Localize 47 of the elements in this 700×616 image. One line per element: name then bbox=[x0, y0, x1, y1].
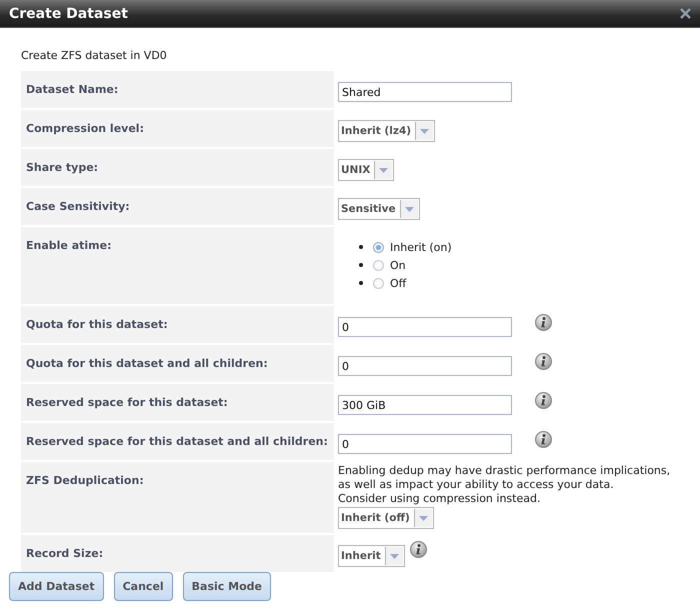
window-title: Create Dataset bbox=[9, 6, 128, 22]
radio-label[interactable]: Off bbox=[390, 276, 406, 290]
field-label: Compression level: bbox=[21, 110, 334, 147]
close-icon[interactable] bbox=[680, 8, 691, 19]
dialog-button[interactable]: Add Dataset bbox=[9, 572, 104, 601]
text-field[interactable]: 0 bbox=[338, 317, 512, 337]
warning-text: Enabling dedup may have drastic performance implications, as well as impact your ability to access your data. Consider using compression instead. bbox=[338, 464, 672, 506]
info-icon[interactable] bbox=[535, 431, 552, 448]
form-heading: Create ZFS dataset in VD0 bbox=[21, 49, 168, 62]
dropdown[interactable]: Inherit (lz4) bbox=[338, 120, 436, 142]
dropdown[interactable]: UNIX bbox=[338, 159, 394, 181]
radio-button[interactable] bbox=[373, 278, 384, 288]
dropdown[interactable]: Inherit bbox=[338, 545, 405, 567]
field-label: Dataset Name: bbox=[21, 71, 334, 108]
text-field[interactable]: Shared bbox=[338, 82, 512, 102]
field-label: Record Size: bbox=[21, 535, 334, 572]
caret-icon[interactable] bbox=[390, 554, 399, 558]
caret-icon[interactable] bbox=[404, 206, 414, 212]
bullet-icon bbox=[359, 245, 363, 249]
field-label: Quota for this dataset and all children: bbox=[21, 345, 334, 382]
field-label: Reserved space for this dataset: bbox=[21, 384, 334, 421]
bullet-icon bbox=[359, 263, 363, 267]
field-label: ZFS Deduplication: bbox=[21, 462, 334, 533]
field-label: Reserved space for this dataset and all children: bbox=[21, 423, 334, 460]
info-icon[interactable] bbox=[535, 392, 552, 409]
info-icon[interactable] bbox=[410, 541, 427, 558]
field-label: Enable atime: bbox=[21, 227, 334, 304]
bullet-icon bbox=[359, 281, 363, 285]
caret-icon[interactable] bbox=[420, 128, 430, 134]
caret-icon[interactable] bbox=[418, 516, 428, 520]
radio-button[interactable] bbox=[373, 242, 384, 252]
radio-label[interactable]: On bbox=[390, 258, 406, 272]
text-field[interactable]: 0 bbox=[338, 356, 512, 376]
info-icon[interactable] bbox=[535, 353, 552, 370]
field-label: Case Sensitivity: bbox=[21, 188, 334, 225]
dialog-button[interactable]: Basic Mode bbox=[182, 572, 271, 601]
dropdown[interactable]: Sensitive bbox=[338, 198, 420, 220]
field-label: Quota for this dataset: bbox=[21, 306, 334, 343]
dialog-button[interactable]: Cancel bbox=[114, 572, 173, 601]
radio-label[interactable]: Inherit (on) bbox=[390, 240, 452, 254]
field-label: Share type: bbox=[21, 149, 334, 186]
dropdown[interactable]: Inherit (off) bbox=[338, 507, 434, 529]
text-field[interactable]: 300 GiB bbox=[338, 395, 512, 415]
info-icon[interactable] bbox=[535, 314, 552, 331]
text-field[interactable]: 0 bbox=[338, 434, 512, 454]
caret-icon[interactable] bbox=[379, 168, 388, 172]
radio-button[interactable] bbox=[373, 260, 384, 270]
